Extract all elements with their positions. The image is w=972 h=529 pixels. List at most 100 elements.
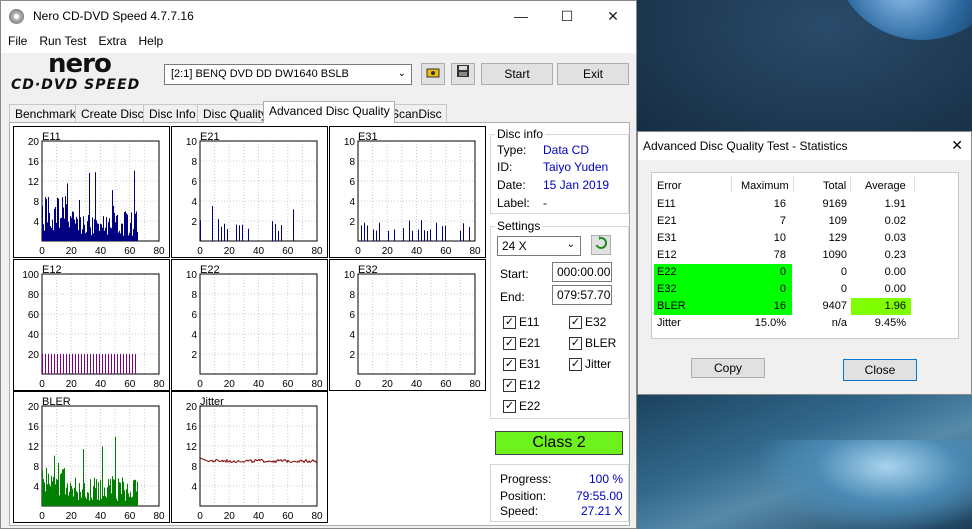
cell-total: 0	[840, 266, 847, 278]
checkbox-e32[interactable]: ✓	[569, 316, 582, 329]
tab-disc-info[interactable]: Disc Info	[143, 104, 201, 123]
close-button[interactable]: ✕	[590, 1, 636, 31]
y-tick-label: 8	[33, 462, 39, 473]
chart-e21: 10 8 6 4 2 0 20 40 60 80 E21	[171, 126, 328, 258]
title-bar[interactable]: Nero CD-DVD Speed 4.7.7.16 — ☐ ✕	[1, 1, 636, 31]
minimize-button[interactable]: —	[498, 1, 544, 31]
menu-file[interactable]: File	[1, 31, 32, 48]
checkbox-bler[interactable]: ✓	[569, 337, 582, 350]
cell-avg: 9.45%	[874, 317, 906, 329]
type-label: Type:	[497, 143, 527, 157]
y-tick-label: 6	[349, 310, 355, 321]
x-tick-label: 40	[95, 246, 107, 257]
y-tick-label: 40	[28, 330, 40, 341]
checkbox-e11[interactable]: ✓	[503, 316, 516, 329]
cell-name: E31	[657, 232, 677, 244]
column-header[interactable]: Error	[657, 180, 681, 192]
window-title: Nero CD-DVD Speed 4.7.7.16	[33, 9, 194, 23]
close-icon[interactable]: ✕	[951, 137, 963, 154]
y-tick-label: 60	[28, 310, 40, 321]
label-value: -	[543, 196, 547, 210]
checkbox-label: E31	[519, 357, 541, 371]
x-tick-label: 40	[95, 379, 107, 390]
cell-max: 0	[779, 283, 786, 295]
start-time-input[interactable]: 000:00.00	[552, 262, 612, 282]
exit-button[interactable]: Exit	[557, 63, 629, 85]
refresh-button[interactable]	[591, 235, 611, 255]
y-tick-label: 16	[186, 422, 198, 433]
x-tick-label: 40	[95, 511, 107, 522]
maximize-button[interactable]: ☐	[544, 1, 590, 31]
chart-title: E31	[358, 131, 378, 143]
statistics-title-bar[interactable]: Advanced Disc Quality Test - Statistics …	[638, 132, 971, 160]
cell-avg: 0.00	[884, 283, 906, 295]
start-button[interactable]: Start	[481, 63, 553, 85]
x-tick-label: 0	[355, 246, 361, 257]
menu-extra[interactable]: Extra	[91, 31, 131, 48]
speed-value: 27.21 X	[581, 504, 623, 518]
chart-e32: 10 8 6 4 2 0 20 40 60 80 E32	[329, 259, 486, 391]
checkbox-e31[interactable]: ✓	[503, 358, 516, 371]
x-tick-label: 20	[66, 511, 78, 522]
cell-max: 15.0%	[754, 317, 786, 329]
y-tick-label: 12	[186, 442, 198, 453]
column-header[interactable]: Average	[865, 180, 906, 192]
menu-run-test[interactable]: Run Test	[32, 31, 91, 48]
speed-select[interactable]: 24 X ⌄	[497, 236, 581, 256]
drive-select[interactable]: [2:1] BENQ DVD DD DW1640 BSLB ⌄	[164, 64, 412, 85]
checkbox-label: E22	[519, 399, 541, 413]
drive-select-value: [2:1] BENQ DVD DD DW1640 BSLB	[171, 68, 349, 80]
y-tick-label: 10	[186, 270, 198, 281]
chart-e12: 100 80 60 40 20 0 20 40 60 80 E12	[13, 259, 170, 391]
x-tick-label: 40	[253, 246, 265, 257]
checkbox-e21[interactable]: ✓	[503, 337, 516, 350]
chart-bler: 20 16 12 8 4 0 20 40 60 80 BLER	[13, 391, 170, 523]
checkbox-label: E32	[585, 315, 607, 329]
y-tick-label: 10	[186, 137, 198, 148]
close-stats-button[interactable]: Close	[843, 359, 917, 381]
y-tick-label: 6	[191, 310, 197, 321]
cell-max: 16	[773, 300, 786, 312]
x-tick-label: 40	[253, 511, 265, 522]
progress-value: 100 %	[589, 472, 624, 486]
tab-advanced-disc-quality[interactable]: Advanced Disc Quality	[263, 101, 395, 123]
tab-benchmark[interactable]: Benchmark	[9, 104, 81, 123]
checkbox-jitter[interactable]: ✓	[569, 358, 582, 371]
checkbox-e12[interactable]: ✓	[503, 379, 516, 392]
save-button[interactable]	[451, 63, 475, 85]
column-divider	[850, 176, 851, 192]
table-row: E32 0 0 0.00	[652, 281, 960, 298]
menu-help[interactable]: Help	[132, 31, 169, 48]
y-tick-label: 8	[191, 462, 197, 473]
x-tick-label: 0	[39, 379, 45, 390]
cell-total: 9407	[822, 300, 847, 312]
cell-avg: 0.02	[884, 215, 906, 227]
x-tick-label: 20	[382, 379, 394, 390]
tab-create-disc[interactable]: Create Disc	[75, 104, 149, 123]
position-value: 79:55.00	[576, 489, 623, 503]
x-tick-label: 80	[153, 379, 165, 390]
date-value: 15 Jan 2019	[543, 178, 610, 192]
checkbox-e22[interactable]: ✓	[503, 400, 516, 413]
column-header[interactable]: Total	[823, 180, 846, 192]
tab-disc-quality[interactable]: Disc Quality	[197, 104, 273, 123]
checkbox-label: Jitter	[585, 357, 612, 371]
table-row: E11 16 9169 1.91	[652, 196, 960, 213]
y-tick-label: 8	[33, 197, 39, 208]
y-tick-label: 80	[28, 290, 40, 301]
copy-button[interactable]: Copy	[691, 358, 765, 378]
x-tick-label: 40	[411, 246, 423, 257]
chart-jitter: 20 16 12 8 4 0 20 40 60 80 Jitter	[171, 391, 328, 523]
y-tick-label: 4	[191, 197, 197, 208]
x-tick-label: 0	[197, 511, 203, 522]
end-time-input[interactable]: 079:57.70	[552, 285, 612, 305]
eject-button[interactable]	[421, 63, 445, 85]
chart-e31: 10 8 6 4 2 0 20 40 60 80 E31	[329, 126, 486, 258]
x-tick-label: 60	[282, 379, 294, 390]
cell-avg: 0.03	[884, 232, 906, 244]
y-tick-label: 2	[191, 217, 197, 228]
column-header[interactable]: Maximum	[741, 180, 789, 192]
jitter-trace	[199, 457, 318, 464]
nero-main-window: Nero CD-DVD Speed 4.7.7.16 — ☐ ✕ File Run…	[0, 0, 637, 529]
x-tick-label: 20	[224, 511, 236, 522]
